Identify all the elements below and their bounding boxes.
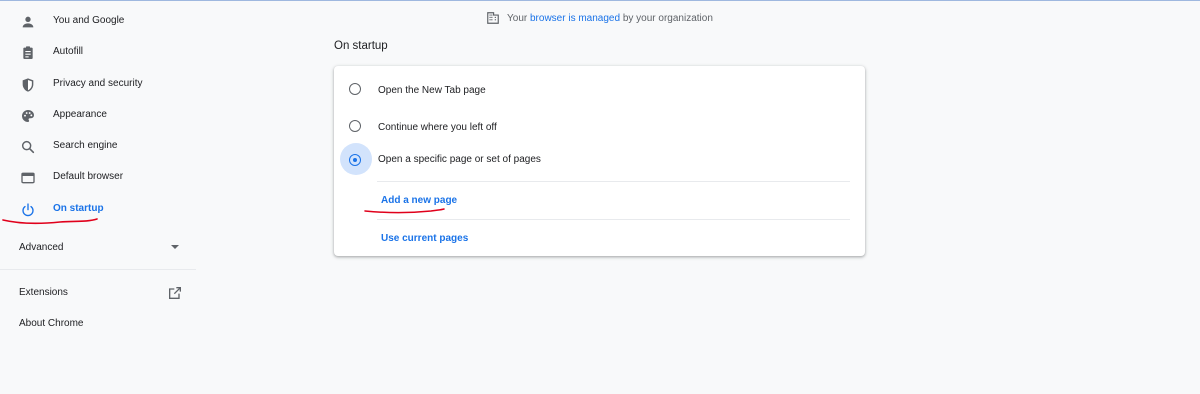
sidebar-item-search-engine[interactable]: Search engine: [0, 132, 196, 162]
radio-button[interactable]: [349, 120, 361, 132]
sidebar-item-default-browser[interactable]: Default browser: [0, 163, 196, 193]
radio-option-specific-pages[interactable]: Open a specific page or set of pages: [334, 143, 865, 179]
radio-button-checked[interactable]: [349, 154, 361, 166]
shield-icon: [18, 75, 38, 95]
radio-dot: [353, 158, 357, 162]
add-new-page-link[interactable]: Add a new page: [381, 195, 457, 206]
sidebar-item-label: Search engine: [53, 140, 118, 151]
browser-managed-link[interactable]: browser is managed: [530, 13, 620, 24]
managed-banner: Your browser is managed by your organiza…: [486, 10, 713, 26]
sidebar-item-autofill[interactable]: Autofill: [0, 38, 196, 68]
card-divider: [377, 219, 850, 220]
clipboard-icon: [18, 43, 38, 63]
building-icon: [486, 11, 500, 25]
sidebar-item-label: Appearance: [53, 109, 107, 120]
extensions-link[interactable]: Extensions: [0, 282, 196, 304]
open-in-new-icon: [167, 285, 183, 301]
use-current-pages-link[interactable]: Use current pages: [381, 233, 468, 244]
sidebar-item-label: Privacy and security: [53, 78, 143, 89]
red-underline-annotation: [364, 208, 445, 214]
sidebar-divider: [0, 269, 196, 270]
palette-icon: [18, 106, 38, 126]
radio-label: Open the New Tab page: [378, 85, 486, 96]
about-chrome-label: About Chrome: [19, 318, 84, 329]
radio-option-continue[interactable]: Continue where you left off: [334, 109, 865, 145]
settings-page: You and Google Autofill Privacy and secu…: [0, 0, 1200, 394]
section-title: On startup: [334, 40, 388, 52]
sidebar-item-privacy-and-security[interactable]: Privacy and security: [0, 70, 196, 100]
managed-suffix: by your organization: [622, 12, 713, 24]
radio-label: Open a specific page or set of pages: [378, 154, 541, 165]
red-underline-annotation: [2, 218, 98, 225]
sidebar-item-you-and-google[interactable]: You and Google: [0, 7, 196, 37]
about-chrome-link[interactable]: About Chrome: [0, 313, 196, 335]
advanced-label: Advanced: [19, 242, 64, 253]
person-icon: [18, 12, 38, 32]
card-divider: [377, 181, 850, 182]
managed-prefix: Your: [507, 12, 528, 24]
advanced-toggle[interactable]: Advanced: [0, 237, 196, 259]
browser-window-icon: [18, 168, 38, 188]
caret-down-icon: [171, 245, 179, 249]
radio-button[interactable]: [349, 83, 361, 95]
sidebar-item-label: You and Google: [53, 15, 125, 26]
sidebar-item-label: Default browser: [53, 171, 124, 182]
sidebar-item-label: Autofill: [53, 46, 84, 57]
radio-option-new-tab[interactable]: Open the New Tab page: [334, 72, 865, 108]
settings-sidebar: You and Google Autofill Privacy and secu…: [0, 0, 196, 394]
sidebar-item-appearance[interactable]: Appearance: [0, 101, 196, 131]
on-startup-card: Open the New Tab page Continue where you…: [334, 66, 865, 256]
extensions-label: Extensions: [19, 287, 68, 298]
search-icon: [18, 137, 38, 157]
radio-label: Continue where you left off: [378, 122, 497, 133]
